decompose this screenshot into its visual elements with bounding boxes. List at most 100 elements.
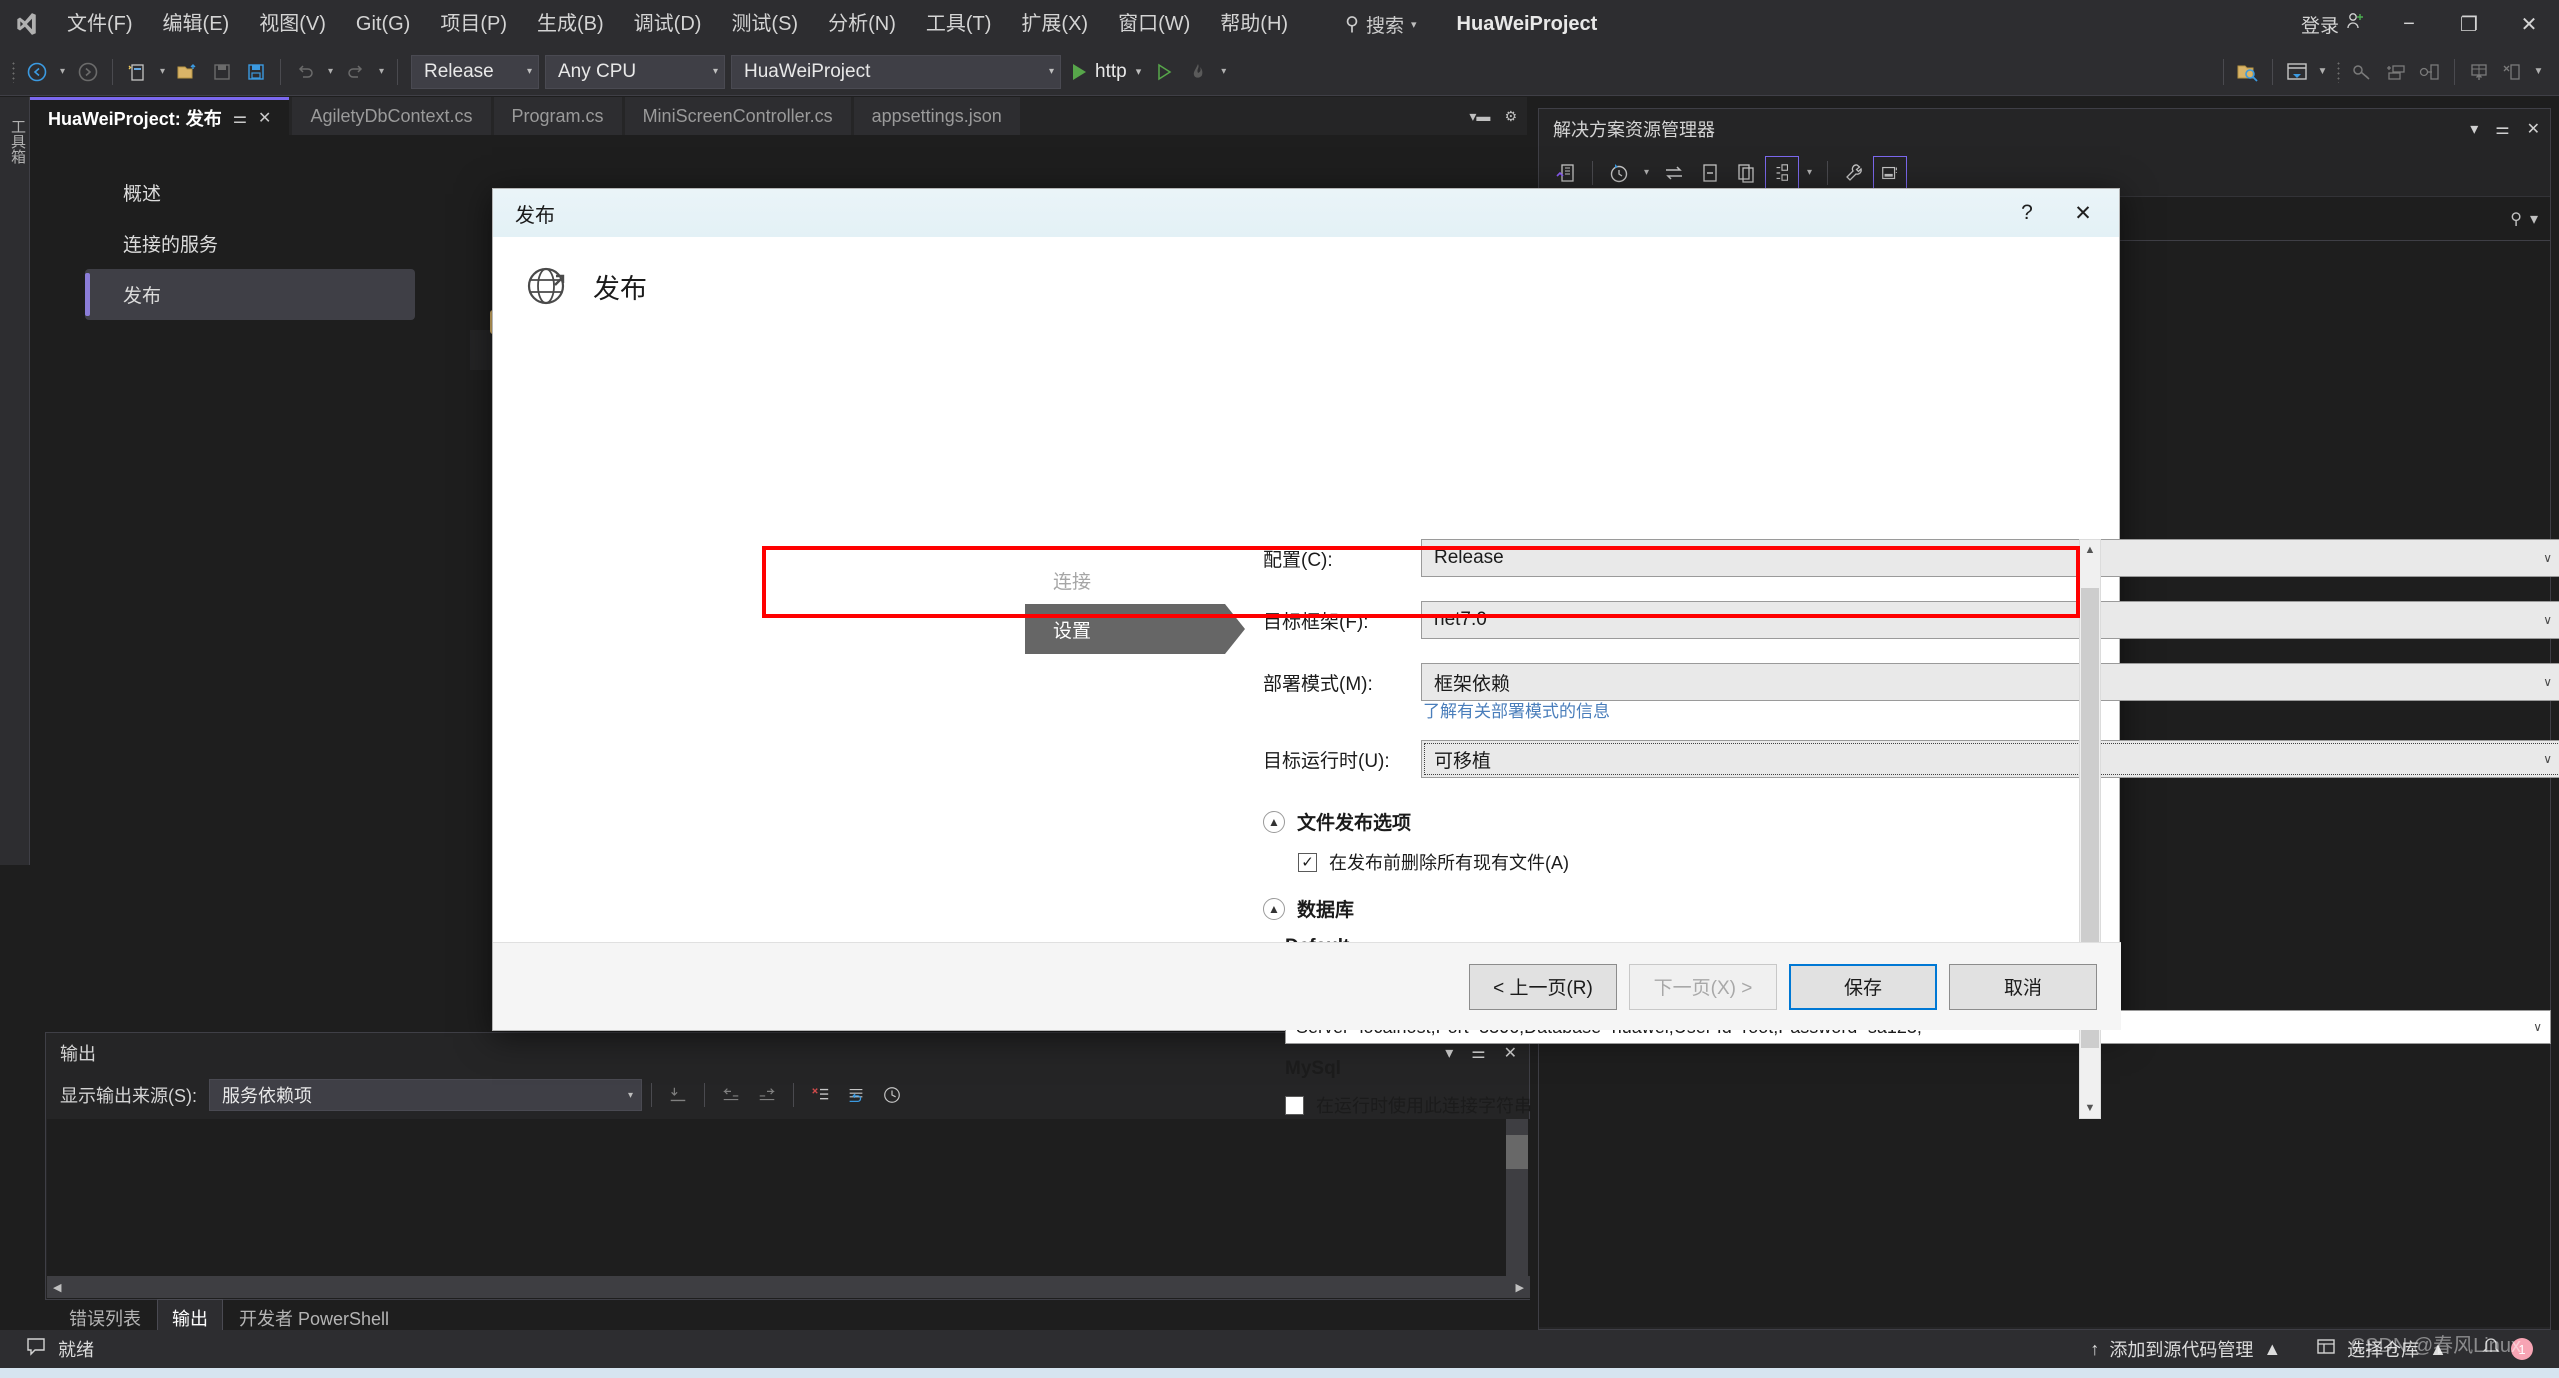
scroll-down-arrow-icon[interactable]: ▼ (2080, 1098, 2100, 1118)
deployment-mode-select[interactable]: 框架依赖 ∨ (1421, 663, 2559, 701)
menu-extensions[interactable]: 扩展(X) (1006, 7, 1103, 41)
copy-icon[interactable] (1729, 156, 1763, 190)
scroll-left-arrow-icon[interactable]: ◀ (47, 1281, 67, 1294)
pin-icon[interactable]: ⚌ (233, 108, 247, 128)
menu-git[interactable]: Git(G) (341, 7, 425, 41)
show-all-files-dropdown[interactable]: ▾ (1801, 156, 1818, 190)
chevron-up-icon[interactable]: ▲ (1263, 810, 1285, 833)
notifications-button[interactable]: 1 (2469, 1337, 2545, 1362)
add-to-source-control-button[interactable]: ↑ 添加到源代码管理 ▲ (2078, 1336, 2293, 1362)
menu-window[interactable]: 窗口(W) (1103, 7, 1205, 41)
back-history-dropdown[interactable]: ▾ (54, 55, 71, 89)
menu-debug[interactable]: 调试(D) (619, 7, 717, 41)
scroll-right-arrow-icon[interactable]: ▶ (1510, 1281, 1530, 1294)
scroll-up-arrow-icon[interactable]: ▲ (2080, 540, 2100, 560)
configuration-select[interactable]: Release ∨ (1421, 539, 2559, 577)
hot-reload-dropdown[interactable]: ▾ (1215, 55, 1232, 89)
menu-tools[interactable]: 工具(T) (911, 7, 1007, 41)
menu-help[interactable]: 帮助(H) (1205, 7, 1303, 41)
target-runtime-select[interactable]: 可移植 ∨ (1421, 740, 2559, 778)
show-all-files-icon[interactable] (1765, 155, 1799, 190)
tab-list-icon[interactable]: ▾▬ (1469, 108, 1490, 125)
output-source-combo[interactable]: 服务依赖项 ▾ (209, 1079, 642, 1111)
delete-existing-files-checkbox[interactable]: ✓ (1298, 852, 1317, 872)
preview-selected-icon[interactable] (1873, 155, 1907, 190)
publish-nav-overview[interactable]: 概述 (85, 167, 415, 218)
output-horizontal-scrollbar[interactable]: ◀ ▶ (47, 1276, 1530, 1298)
cancel-button[interactable]: 取消 (1949, 963, 2097, 1010)
menu-test[interactable]: 测试(S) (716, 7, 813, 41)
step-settings[interactable]: 设置 (1025, 604, 1245, 654)
menu-build[interactable]: 生成(B) (522, 7, 619, 41)
platform-combo[interactable]: Any CPU ▾ (545, 54, 725, 89)
back-to-code-icon[interactable] (1549, 156, 1583, 190)
switch-views-icon[interactable] (1657, 156, 1691, 190)
navigate-back-icon[interactable] (20, 55, 54, 89)
minimize-button[interactable]: − (2379, 0, 2439, 48)
tab-agiletydbcontext[interactable]: AgiletyDbContext.cs (292, 97, 491, 135)
properties-wrench-icon[interactable] (1837, 156, 1871, 190)
close-icon[interactable]: ✕ (2527, 119, 2540, 139)
chevron-down-icon[interactable]: ▾ (2470, 119, 2478, 139)
previous-button[interactable]: < 上一页(R) (1469, 963, 1617, 1010)
chevron-up-icon[interactable]: ▲ (1263, 897, 1285, 920)
clear-all-icon[interactable] (803, 1078, 837, 1112)
menu-analyze[interactable]: 分析(N) (813, 7, 911, 41)
save-button[interactable]: 保存 (1789, 963, 1937, 1010)
global-search[interactable]: ⚲ 搜索 ▾ (1345, 11, 1416, 38)
toolbar-overflow-dropdown[interactable]: ▼ (2530, 55, 2547, 89)
delete-existing-files-row[interactable]: ✓ 在发布前删除所有现有文件(A) (1298, 849, 2559, 875)
close-icon[interactable]: ✕ (2055, 189, 2111, 237)
output-text-area[interactable] (47, 1119, 1530, 1299)
tab-program[interactable]: Program.cs (493, 97, 622, 135)
dialog-scrollbar[interactable]: ▲ ▼ (2079, 539, 2101, 1119)
target-framework-select[interactable]: net7.0 ∨ (1421, 601, 2559, 639)
toolbox-strip[interactable]: 工具箱 (0, 97, 30, 865)
toolbar-grip-2[interactable] (2331, 58, 2345, 86)
run-button[interactable]: http ▾ (1061, 55, 1147, 89)
collapse-all-icon[interactable] (1693, 156, 1727, 190)
gear-icon[interactable]: ⚙ (1504, 108, 1517, 125)
startup-project-combo[interactable]: HuaWeiProject ▾ (731, 54, 1061, 89)
help-icon[interactable]: ? (1999, 189, 2055, 237)
search-icon[interactable]: ⚲ (2510, 209, 2522, 229)
menu-file[interactable]: 文件(F) (52, 7, 148, 41)
mysql-use-connection-string-checkbox[interactable] (1285, 1095, 1304, 1115)
publish-nav-connected-services[interactable]: 连接的服务 (85, 218, 415, 269)
close-icon[interactable]: ✕ (258, 108, 271, 128)
menu-view[interactable]: 视图(V) (244, 7, 341, 41)
timestamp-icon[interactable] (875, 1078, 909, 1112)
tab-miniscreencontroller[interactable]: MiniScreenController.cs (624, 97, 851, 135)
filter-dropdown-icon[interactable]: ▾ (2530, 209, 2538, 229)
run-without-debug-icon[interactable] (1147, 55, 1181, 89)
undo-dropdown[interactable]: ▾ (322, 55, 339, 89)
live-share-dropdown[interactable]: ▼ (2314, 55, 2331, 89)
configuration-combo[interactable]: Release ▾ (411, 54, 539, 89)
mysql-runtime-cs-row[interactable]: 在运行时使用此连接字符串 (1285, 1092, 2559, 1118)
redo-dropdown[interactable]: ▾ (373, 55, 390, 89)
file-publish-options-section[interactable]: ▲ 文件发布选项 (1263, 808, 2559, 835)
output-vertical-scrollbar[interactable] (1506, 1119, 1528, 1277)
tab-appsettings[interactable]: appsettings.json (853, 97, 1020, 135)
restore-button[interactable]: ❐ (2439, 0, 2499, 48)
new-project-icon[interactable] (120, 55, 154, 89)
select-repository-button[interactable]: 选择仓库 ▲ (2303, 1336, 2459, 1362)
live-share-icon[interactable] (2280, 55, 2314, 89)
menu-edit[interactable]: 编辑(E) (148, 7, 245, 41)
tab-publish[interactable]: HuaWeiProject: 发布 ⚌ ✕ (30, 97, 290, 135)
publish-nav-publish[interactable]: 发布 (85, 269, 415, 320)
pending-changes-dropdown[interactable]: ▾ (1638, 156, 1655, 190)
signin-button[interactable]: 登录 (2287, 11, 2379, 38)
menu-project[interactable]: 项目(P) (425, 7, 522, 41)
pin-icon[interactable]: ⚌ (2495, 119, 2509, 139)
database-section[interactable]: ▲ 数据库 (1263, 895, 2559, 922)
pending-changes-icon[interactable] (1602, 156, 1636, 190)
word-wrap-icon[interactable] (839, 1078, 873, 1112)
open-folder-icon[interactable] (171, 55, 205, 89)
close-button[interactable]: ✕ (2499, 0, 2559, 48)
folder-search-icon[interactable] (2231, 55, 2265, 89)
new-project-dropdown[interactable]: ▾ (154, 55, 171, 89)
step-connection[interactable]: 连接 (1025, 557, 1233, 604)
toolbar-grip[interactable] (6, 58, 20, 86)
save-all-icon[interactable] (239, 55, 273, 89)
